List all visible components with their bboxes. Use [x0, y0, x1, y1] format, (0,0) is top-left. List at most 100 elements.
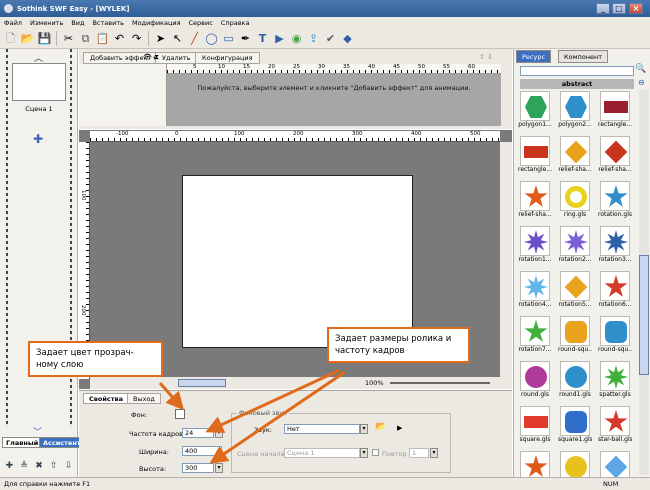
redo-icon[interactable]: ↷: [129, 31, 144, 46]
height-field[interactable]: 300: [182, 463, 214, 473]
resource-item[interactable]: rotation.gls: [598, 181, 632, 218]
cut-icon[interactable]: ✂: [61, 31, 76, 46]
resource-item[interactable]: relief-sha...: [598, 136, 632, 173]
add-scene-icon[interactable]: ✚: [33, 132, 43, 146]
scene-tools: ✚ ≜ ✖ ⇧ ⇩: [2, 461, 76, 471]
subselect-icon[interactable]: ↖: [170, 31, 185, 46]
menu-modify[interactable]: Модификация: [128, 19, 185, 27]
open-folder-icon[interactable]: 📂: [375, 422, 386, 432]
timeline-controls[interactable]: ⇧ ⇩: [479, 53, 493, 61]
resource-item[interactable]: square1.gls: [558, 406, 592, 443]
resource-item[interactable]: square.gls: [518, 406, 552, 443]
tab-component[interactable]: Компонент: [558, 50, 609, 63]
paste-icon[interactable]: 📋: [95, 31, 110, 46]
resource-item[interactable]: rotation1...: [518, 226, 552, 263]
add-icon[interactable]: ✚: [6, 461, 14, 471]
move-down-icon[interactable]: ⇩: [65, 461, 73, 471]
tab-main[interactable]: Главный: [2, 437, 43, 448]
scene-start-field[interactable]: Сцена 1: [284, 448, 360, 458]
line-icon[interactable]: ╱: [187, 31, 202, 46]
text-icon[interactable]: T: [255, 31, 270, 46]
horizontal-scrollbar[interactable]: [178, 379, 226, 387]
resource-item[interactable]: rotation5...: [558, 271, 592, 308]
properties-panel: Свойства Выход Фон: Частота кадров: 24 ▾…: [79, 390, 512, 477]
settings-icon[interactable]: ✔: [323, 31, 338, 46]
pen-icon[interactable]: ✒: [238, 31, 253, 46]
bg-color-swatch[interactable]: [175, 409, 185, 419]
scene-start-dropdown[interactable]: ▾: [360, 448, 368, 458]
new-file-icon[interactable]: 🗋: [3, 31, 18, 46]
minimize-button[interactable]: _: [596, 3, 610, 14]
resource-item[interactable]: relief-sha...: [518, 181, 552, 218]
select-arrow-icon[interactable]: ➤: [153, 31, 168, 46]
zoom-level[interactable]: 100%: [365, 377, 384, 389]
resource-item[interactable]: rectangle...: [518, 136, 552, 173]
ruler-tick-label: 200: [293, 131, 304, 137]
play-icon[interactable]: ▶: [272, 31, 287, 46]
resource-item[interactable]: rotation4...: [518, 271, 552, 308]
save-icon[interactable]: 💾: [37, 31, 52, 46]
close-button[interactable]: ×: [629, 3, 643, 14]
menu-help[interactable]: Справка: [217, 19, 254, 27]
resource-item[interactable]: round-squ...: [598, 316, 632, 353]
undo-icon[interactable]: ↶: [112, 31, 127, 46]
rectangle-icon[interactable]: ▭: [221, 31, 236, 46]
move-up-icon[interactable]: ⇧: [50, 461, 58, 471]
menu-file[interactable]: Файл: [0, 19, 26, 27]
tab-properties[interactable]: Свойства: [83, 393, 130, 404]
ellipse-icon[interactable]: ◯: [204, 31, 219, 46]
layers-icon[interactable]: ≜: [20, 461, 28, 471]
tab-exit[interactable]: Выход: [127, 393, 161, 404]
search-icon[interactable]: 🔍: [635, 64, 646, 74]
resource-item[interactable]: ring.gls: [558, 181, 592, 218]
zoom-slider[interactable]: [390, 382, 490, 384]
fps-field[interactable]: 24: [182, 428, 214, 438]
maximize-button[interactable]: □: [612, 3, 626, 14]
color-callout: Задает цвет прозрач- ному слою: [28, 341, 163, 377]
resource-item[interactable]: rotation7...: [518, 316, 552, 353]
export-icon[interactable]: ⇪: [306, 31, 321, 46]
movie-canvas[interactable]: [182, 175, 413, 348]
resource-item[interactable]: rotation3...: [598, 226, 632, 263]
repeat-stepper[interactable]: ▾: [430, 448, 438, 458]
resource-item[interactable]: round-squ...: [558, 316, 592, 353]
height-dropdown[interactable]: ▾: [215, 463, 223, 473]
resource-category[interactable]: abstract: [520, 79, 634, 89]
resource-item[interactable]: rotation6...: [598, 271, 632, 308]
eye-icon[interactable]: 👁 ⧗: [143, 53, 159, 62]
repeat-field[interactable]: 1: [409, 448, 429, 458]
resource-item[interactable]: round1.gls: [558, 361, 592, 398]
delete-icon[interactable]: ✖: [35, 461, 43, 471]
menu-tools[interactable]: Сервис: [185, 19, 217, 27]
resource-item[interactable]: rectangle...: [598, 91, 632, 128]
resource-scrollbar[interactable]: [639, 90, 649, 475]
publish-icon[interactable]: ◆: [340, 31, 355, 46]
menu-edit[interactable]: Изменить: [26, 19, 67, 27]
collapse-icon[interactable]: ⊖: [638, 78, 645, 87]
tab-assistant[interactable]: Ассистент: [39, 437, 85, 448]
configure-button[interactable]: Конфигурация: [195, 52, 260, 64]
copy-icon[interactable]: ⧉: [78, 31, 93, 46]
play-sound-icon[interactable]: ▶: [397, 424, 402, 432]
width-field[interactable]: 400: [182, 446, 222, 456]
resource-search-input[interactable]: [520, 66, 634, 76]
fps-dropdown[interactable]: ▾: [215, 428, 223, 438]
browser-preview-icon[interactable]: ◉: [289, 31, 304, 46]
vertical-scrollbar[interactable]: [500, 142, 512, 377]
resource-item[interactable]: round.gls: [518, 361, 552, 398]
scene-thumbnail[interactable]: [12, 63, 66, 101]
menu-view[interactable]: Вид: [67, 19, 88, 27]
resource-item[interactable]: star-ball.gls: [598, 406, 632, 443]
open-folder-icon[interactable]: 📂: [20, 31, 35, 46]
delete-effect-button[interactable]: Удалить: [155, 52, 198, 64]
resource-item[interactable]: polygon1...: [518, 91, 552, 128]
sound-field[interactable]: Нет: [284, 424, 360, 434]
resource-item[interactable]: polygon2...: [558, 91, 592, 128]
resource-item[interactable]: relief-sha...: [558, 136, 592, 173]
sound-dropdown[interactable]: ▾: [360, 424, 368, 434]
repeat-checkbox[interactable]: [372, 449, 379, 456]
tab-resource[interactable]: Ресурс: [516, 50, 552, 63]
resource-item[interactable]: rotation2...: [558, 226, 592, 263]
menu-insert[interactable]: Вставить: [88, 19, 127, 27]
resource-item[interactable]: spatter.gls: [598, 361, 632, 398]
